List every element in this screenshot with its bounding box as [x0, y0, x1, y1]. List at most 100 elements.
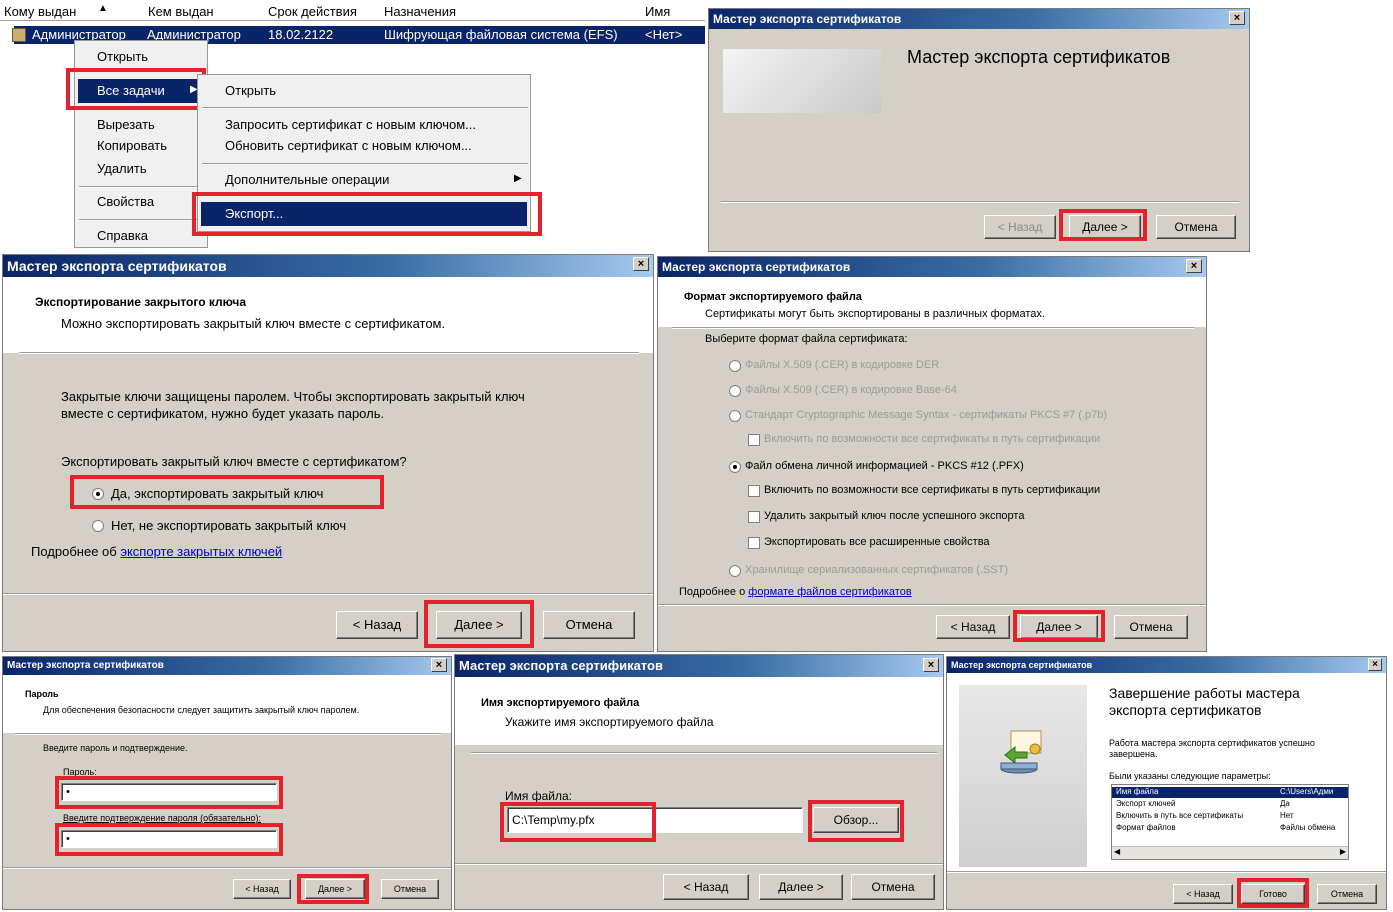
finish-heading-1: Завершение работы мастера [1109, 685, 1300, 701]
menu-item-delete[interactable]: Удалить [97, 161, 147, 176]
close-icon[interactable]: × [1229, 11, 1245, 25]
menu-divider [202, 163, 528, 165]
window-title: Мастер экспорта сертификатов [459, 658, 663, 673]
divider [15, 733, 441, 735]
menu-item-cut[interactable]: Вырезать [97, 117, 155, 132]
submenu-item-advanced[interactable]: Дополнительные операции [225, 172, 389, 187]
cancel-button[interactable]: Отмена [851, 874, 935, 900]
next-button[interactable]: Далее > [436, 611, 522, 639]
submenu-item-request[interactable]: Запросить сертификат с новым ключом... [225, 117, 476, 132]
list-item[interactable]: Имя файла C:\Users\Адми [1112, 787, 1348, 798]
back-button[interactable]: < Назад [936, 615, 1010, 639]
done-text-2: завершена. [1109, 749, 1158, 759]
horizontal-scrollbar[interactable]: ◀ ▶ [1112, 846, 1348, 859]
chevron-right-icon[interactable]: ▶ [1340, 847, 1346, 856]
column-issued-to[interactable]: Кому выдан [4, 4, 76, 19]
cancel-button[interactable]: Отмена [381, 879, 439, 899]
cancel-button[interactable]: Отмена [543, 611, 635, 639]
certificate-export-icon [995, 727, 1047, 775]
param-key: Формат файлов [1116, 823, 1176, 832]
column-name[interactable]: Имя [645, 4, 670, 19]
password-prompt: Введите пароль и подтверждение. [43, 743, 188, 753]
more-info-prefix: Подробнее о [679, 586, 746, 598]
submenu-item-open[interactable]: Открыть [225, 83, 276, 98]
password-field[interactable]: • [61, 783, 277, 801]
cancel-button[interactable]: Отмена [1114, 615, 1188, 639]
page-subheading: Для обеспечения безопасности следует защ… [43, 705, 360, 715]
checkbox-extended[interactable] [748, 537, 760, 549]
checkbox-delete-key[interactable] [748, 511, 760, 523]
divider [3, 867, 451, 869]
close-icon[interactable]: × [633, 257, 649, 271]
filename-field[interactable]: C:\Temp\my.pfx [507, 807, 803, 833]
back-button[interactable]: < Назад [663, 874, 749, 900]
radio-pfx[interactable] [729, 461, 741, 473]
radio-yes[interactable] [92, 488, 104, 500]
window-title: Мастер экспорта сертификатов [662, 260, 851, 274]
cert-list-panel: Кому выдан ▲ Кем выдан Срок действия Наз… [0, 0, 705, 250]
submenu-item-export[interactable]: Экспорт... [201, 202, 527, 226]
title-bar: Мастер экспорта сертификатов [947, 657, 1386, 673]
radio-p7b-label: Стандарт Cryptographic Message Syntax - … [745, 409, 1108, 421]
menu-item-properties[interactable]: Свойства [97, 194, 154, 209]
more-info: Подробнее об экспорте закрытых ключей [31, 544, 282, 559]
next-button[interactable]: Далее > [1020, 615, 1098, 639]
checkbox-p7b-path[interactable] [748, 434, 760, 446]
menu-item-all-tasks[interactable]: Все задачи ▶ [78, 79, 204, 103]
chevron-left-icon[interactable]: ◀ [1114, 847, 1120, 856]
radio-base64[interactable] [729, 385, 741, 397]
filename-label: Имя файла: [505, 789, 572, 803]
header-panel [3, 675, 451, 733]
menu-item-copy[interactable]: Копировать [97, 138, 167, 153]
checkbox-delete-key-label: Удалить закрытый ключ после успешного эк… [764, 510, 1025, 522]
page-subheading: Укажите имя экспортируемого файла [505, 715, 714, 729]
radio-p7b[interactable] [729, 410, 741, 422]
close-icon[interactable]: × [1368, 658, 1382, 671]
back-button[interactable]: < Назад [233, 879, 291, 899]
close-icon[interactable]: × [431, 658, 447, 672]
radio-sst[interactable] [729, 565, 741, 577]
back-button[interactable]: < Назад [1173, 884, 1233, 904]
next-button[interactable]: Далее > [759, 874, 843, 900]
column-expiry[interactable]: Срок действия [268, 4, 357, 19]
private-key-window: Мастер экспорта сертификатов × Экспортир… [2, 254, 654, 652]
cancel-button[interactable]: Отмена [1156, 215, 1236, 239]
more-info-link[interactable]: формате файлов сертификатов [748, 586, 911, 598]
next-button[interactable]: Далее > [1069, 215, 1141, 239]
confirm-password-field[interactable]: • [61, 830, 277, 848]
window-title: Мастер экспорта сертификатов [7, 258, 227, 274]
checkbox-include-path[interactable] [748, 485, 760, 497]
column-purposes[interactable]: Назначения [384, 4, 456, 19]
next-button[interactable]: Далее > [305, 879, 365, 899]
body-text-2: вместе с сертификатом, нужно будет указа… [61, 406, 385, 421]
window-title: Мастер экспорта сертификатов [713, 12, 902, 26]
close-icon[interactable]: × [923, 658, 939, 672]
menu-item-all-tasks-label: Все задачи [97, 83, 165, 98]
radio-der[interactable] [729, 360, 741, 372]
divider [3, 593, 653, 595]
checkbox-extended-label: Экспортировать все расширенные свойства [764, 536, 990, 548]
menu-item-open[interactable]: Открыть [97, 49, 148, 64]
param-key: Включить в путь все сертификаты [1116, 811, 1244, 820]
more-info-link[interactable]: экспорте закрытых ключей [120, 544, 282, 559]
submenu-item-renew[interactable]: Обновить сертификат с новым ключом... [225, 138, 472, 153]
title-bar: Мастер экспорта сертификатов [3, 657, 451, 675]
menu-divider [79, 219, 203, 221]
menu-item-help[interactable]: Справка [97, 228, 148, 243]
list-item[interactable]: Экспорт ключей Да [1112, 799, 1348, 810]
param-key: Экспорт ключей [1116, 799, 1176, 808]
params-list[interactable]: Имя файла C:\Users\Адми Экспорт ключей Д… [1111, 784, 1349, 860]
finish-button[interactable]: Готово [1241, 884, 1305, 904]
radio-no[interactable] [92, 520, 104, 532]
back-button[interactable]: < Назад [984, 215, 1056, 239]
context-menu: Открыть Все задачи ▶ Вырезать Копировать… [74, 40, 208, 248]
page-heading: Пароль [25, 689, 59, 699]
back-button[interactable]: < Назад [336, 611, 418, 639]
browse-button[interactable]: Обзор... [813, 807, 899, 833]
cancel-button[interactable]: Отмена [1317, 884, 1377, 904]
list-item[interactable]: Включить в путь все сертификаты Нет [1112, 811, 1348, 822]
close-icon[interactable]: × [1186, 259, 1202, 273]
column-issued-by[interactable]: Кем выдан [148, 4, 214, 19]
list-item[interactable]: Формат файлов Файлы обмена [1112, 823, 1348, 834]
divider [658, 604, 1206, 606]
